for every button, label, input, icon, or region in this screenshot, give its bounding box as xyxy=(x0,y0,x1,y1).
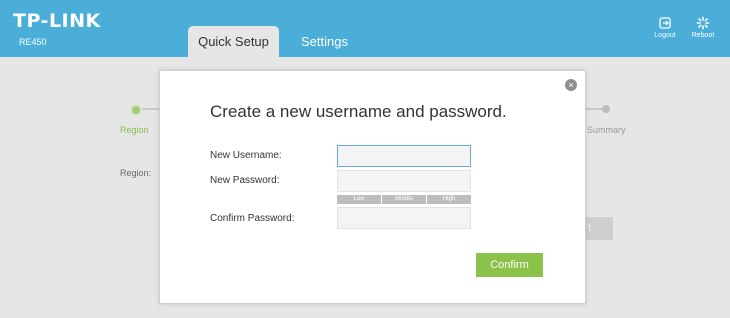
tab-settings[interactable]: Settings xyxy=(291,26,358,57)
new-username-input[interactable] xyxy=(337,145,471,167)
logout-icon xyxy=(659,17,671,29)
step-label-region: Region xyxy=(120,125,149,135)
step-dot-region xyxy=(130,104,142,116)
top-header: TP-LINK RE450 Quick Setup Settings Logou… xyxy=(0,0,730,57)
close-icon[interactable]: × xyxy=(565,79,577,91)
confirm-button[interactable]: Confirm xyxy=(476,253,543,277)
model-name: RE450 xyxy=(19,37,47,47)
reboot-label: Reboot xyxy=(691,32,715,39)
create-account-dialog: × Create a new username and password. Ne… xyxy=(159,70,586,304)
strength-low: Low xyxy=(337,195,381,204)
tp-link-logo: TP-LINK xyxy=(13,10,101,32)
step-dot-summary xyxy=(602,105,610,113)
new-password-label: New Password: xyxy=(210,175,280,186)
region-field-label: Region: xyxy=(120,168,152,178)
confirm-password-input[interactable] xyxy=(337,207,471,229)
step-label-summary: Summary xyxy=(587,125,626,135)
logout-label: Logout xyxy=(654,32,676,39)
strength-middle: Middle xyxy=(382,195,426,204)
strength-high: High xyxy=(427,195,471,204)
confirm-password-label: Confirm Password: xyxy=(210,213,295,224)
reboot-icon xyxy=(696,16,710,30)
new-password-input[interactable] xyxy=(337,170,471,192)
tab-quick-setup[interactable]: Quick Setup xyxy=(188,26,279,57)
password-strength-meter: Low Middle High xyxy=(337,195,471,204)
dialog-title: Create a new username and password. xyxy=(210,102,507,121)
logout-button[interactable]: Logout xyxy=(645,16,685,39)
new-username-label: New Username: xyxy=(210,150,282,161)
reboot-button[interactable]: Reboot xyxy=(683,16,723,39)
